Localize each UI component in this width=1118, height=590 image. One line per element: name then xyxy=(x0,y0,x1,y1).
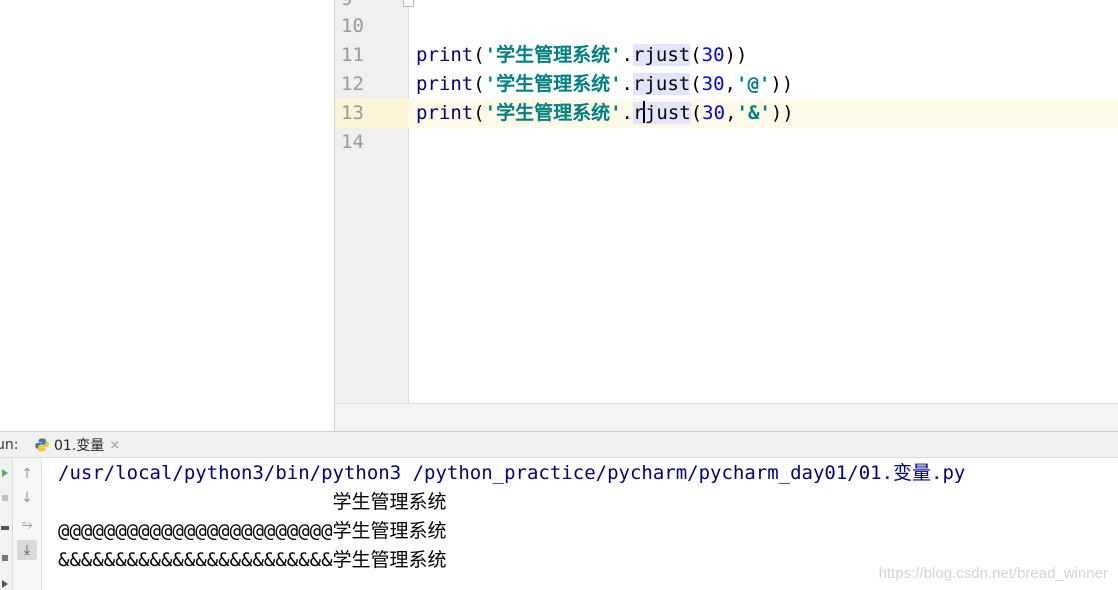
code-token: ( xyxy=(690,73,702,95)
console-output-line: @@@@@@@@@@@@@@@@@@@@@@@@学生管理系统 xyxy=(58,520,447,542)
pin-icon[interactable] xyxy=(1,554,9,562)
code-token: '学生管理系统' xyxy=(484,73,622,95)
project-pane xyxy=(0,0,335,431)
code-token: )) xyxy=(770,73,794,95)
code-token: '学生管理系统' xyxy=(484,102,622,124)
run-toolbar: ↑ ↓ ⥱ ⤓ xyxy=(13,458,42,590)
code-token: 30 xyxy=(702,102,726,124)
code-token: rjust xyxy=(633,73,691,95)
code-editor[interactable]: 9 1011print('学生管理系统'.rjust(30))12print('… xyxy=(335,0,1118,403)
code-token: '学生管理系统' xyxy=(484,44,622,66)
code-token: , xyxy=(725,102,737,124)
code-token: '@' xyxy=(736,73,771,95)
editor-breadcrumb-bar xyxy=(335,403,1118,432)
watermark: https://blog.csdn.net/bread_winner xyxy=(878,565,1108,582)
code-token: just xyxy=(644,102,691,124)
code-token: 30 xyxy=(701,44,725,66)
code-token: . xyxy=(621,73,633,95)
line-number: 13 xyxy=(335,99,408,128)
soft-wrap-icon[interactable]: ⥱ xyxy=(17,515,37,535)
run-toolbar-left xyxy=(0,458,13,590)
code-token: print xyxy=(416,102,474,124)
close-icon[interactable]: × xyxy=(109,438,120,453)
run-tool-window-header: un: 01.变量 × xyxy=(0,431,1118,458)
code-token: )) xyxy=(724,44,748,66)
editor-line[interactable]: 10 xyxy=(335,12,1118,41)
editor-line-current[interactable]: 13 print('学生管理系统'.rjust(30,'&')) xyxy=(335,99,1118,128)
code-token: , xyxy=(724,73,736,95)
up-stack-frame-icon[interactable]: ↑ xyxy=(17,464,37,484)
code-token: ( xyxy=(690,44,702,66)
console-output-line: 学生管理系统 xyxy=(58,491,447,513)
run-tab[interactable]: 01.变量 × xyxy=(34,432,120,458)
line-number: 11 xyxy=(341,44,364,66)
run-label: un: xyxy=(0,437,19,453)
code-token: ( xyxy=(473,44,485,66)
code-token: ( xyxy=(690,102,703,124)
play-icon[interactable] xyxy=(1,580,9,588)
code-token: rjust xyxy=(633,44,691,66)
code-token: '&' xyxy=(736,102,771,124)
code-token: print xyxy=(416,44,474,66)
console-output-line: &&&&&&&&&&&&&&&&&&&&&&&&学生管理系统 xyxy=(58,549,447,571)
line-number: 14 xyxy=(341,131,364,153)
line-number: 10 xyxy=(341,15,364,37)
editor-line[interactable]: 11 print('学生管理系统'.rjust(30)) xyxy=(335,41,1118,70)
code-text[interactable]: print('学生管理系统'.rjust(30)) xyxy=(416,41,747,70)
code-token: . xyxy=(621,44,633,66)
stop-icon[interactable] xyxy=(1,494,9,502)
editor-line[interactable]: 12 print('学生管理系统'.rjust(30,'@')) xyxy=(335,70,1118,99)
layout-icon[interactable] xyxy=(1,524,9,532)
code-token: print xyxy=(416,73,474,95)
code-text[interactable]: print('学生管理系统'.rjust(30,'@')) xyxy=(416,70,793,99)
code-token: ( xyxy=(473,73,485,95)
down-stack-frame-icon[interactable]: ↓ xyxy=(17,488,37,508)
python-file-icon xyxy=(35,438,49,452)
code-token: . xyxy=(621,102,633,124)
line-number: 12 xyxy=(341,73,364,95)
run-tab-label: 01.变量 xyxy=(54,438,105,454)
code-token: )) xyxy=(770,102,794,124)
editor-line[interactable]: 14 xyxy=(335,128,1118,157)
rerun-icon[interactable] xyxy=(1,469,9,477)
console-command-line: /usr/local/python3/bin/python3 /python_p… xyxy=(58,462,966,484)
code-token: ( xyxy=(473,102,485,124)
scroll-to-end-icon[interactable]: ⤓ xyxy=(17,540,37,560)
code-text[interactable]: print('学生管理系统'.rjust(30,'&')) xyxy=(416,99,794,128)
code-token: 30 xyxy=(701,73,725,95)
